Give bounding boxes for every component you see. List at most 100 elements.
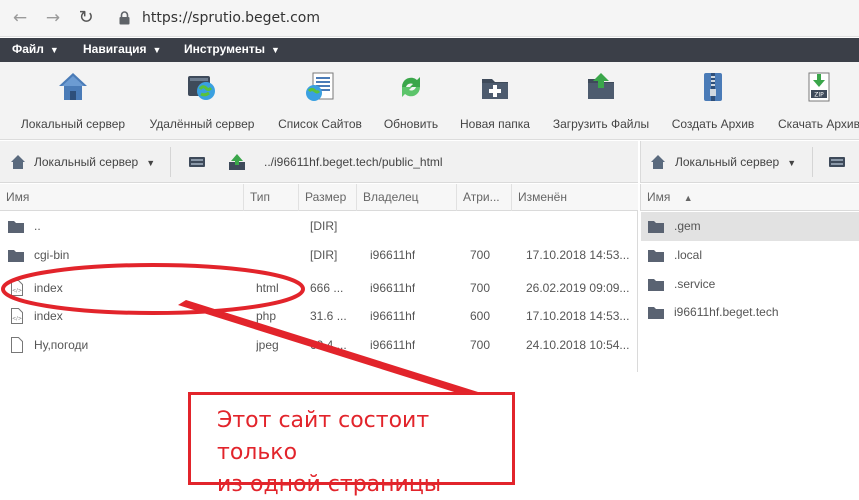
column-attributes[interactable]: Атри... (457, 184, 512, 211)
caret-down-icon: ▼ (49, 45, 59, 55)
folder-icon (648, 279, 664, 291)
column-name-right[interactable]: Имя ▲ (641, 184, 859, 211)
column-size[interactable]: Размер (299, 184, 357, 211)
right-server-select[interactable]: Локальный сервер ▼ (667, 149, 804, 175)
annotation-line-2: из одной страницы (217, 472, 442, 497)
file-modified: 17.10.2018 14:53... (526, 309, 630, 323)
file-attributes: 700 (470, 281, 491, 295)
upload-files-button[interactable]: Загрузить Файлы (549, 70, 653, 131)
table-row[interactable]: cgi-bin [DIR] i96611hf 700 17.10.2018 14… (0, 241, 637, 270)
up-folder-icon[interactable] (228, 153, 246, 171)
table-row[interactable]: </> index html 666 ... i96611hf 700 26.0… (0, 274, 637, 303)
file-name: cgi-bin (34, 248, 70, 262)
current-path: ../i96611hf.beget.tech/public_html (264, 155, 443, 169)
folder-icon (8, 221, 24, 233)
annotation-box: Этот сайт состоит только из одной страни… (188, 392, 515, 497)
list-item[interactable]: .local (641, 241, 859, 270)
drive-icon[interactable] (188, 155, 206, 169)
left-server-select[interactable]: Локальный сервер ▼ (26, 149, 163, 175)
file-owner: i96611hf (370, 281, 416, 295)
remote-server-button[interactable]: Удалённый сервер (146, 70, 258, 131)
toolbar: Локальный сервер Удалённый сервер Список… (0, 62, 859, 140)
file-name: index (34, 309, 63, 323)
create-archive-label: Создать Архив (671, 117, 755, 131)
reload-icon[interactable]: ↻ (77, 9, 95, 27)
file-attributes: 600 (470, 309, 491, 323)
menu-tools[interactable]: Инструменты ▼ (184, 42, 280, 56)
folder-icon (648, 250, 664, 262)
local-server-label: Локальный сервер (20, 117, 126, 131)
download-archive-button[interactable]: ZIP Скачать Архив (773, 70, 859, 131)
caret-down-icon: ▼ (271, 45, 280, 55)
file-type: jpeg (256, 338, 279, 352)
file-modified: 26.02.2019 09:09... (526, 281, 630, 295)
caret-down-icon: ▼ (146, 158, 156, 168)
table-row[interactable]: .. [DIR] (0, 212, 637, 241)
refresh-button[interactable]: Обновить (381, 70, 441, 131)
column-modified[interactable]: Изменён (512, 184, 638, 211)
menu-file[interactable]: Файл ▼ (12, 42, 59, 56)
sites-list-button[interactable]: Список Сайтов (276, 70, 364, 131)
column-name[interactable]: Имя (0, 184, 244, 211)
list-item[interactable]: .service (641, 270, 859, 299)
menu-navigation[interactable]: Навигация ▼ (83, 42, 161, 56)
refresh-icon (401, 77, 421, 97)
code-file-icon: </> (11, 280, 23, 296)
download-archive-icon: ZIP (808, 72, 830, 102)
back-arrow-icon[interactable]: ← (11, 9, 29, 27)
address-bar[interactable]: https://sprutio.beget.com (142, 10, 320, 26)
file-type: php (256, 309, 277, 323)
new-folder-button[interactable]: Новая папка (458, 70, 532, 131)
menu-bar: Файл ▼ Навигация ▼ Инструменты ▼ (0, 38, 859, 62)
annotation-text: Этот сайт состоит только из одной страни… (217, 405, 512, 500)
folder-name: .local (674, 248, 703, 262)
refresh-label: Обновить (383, 117, 439, 131)
create-archive-button[interactable]: Создать Архив (669, 70, 757, 131)
column-type[interactable]: Тип (244, 184, 299, 211)
file-owner: i96611hf (370, 338, 416, 352)
file-size: [DIR] (310, 219, 338, 233)
new-folder-icon (482, 79, 508, 99)
right-panel-bar: Локальный сервер ▼ (640, 141, 859, 183)
local-server-icon (59, 73, 87, 100)
browser-bar: ← → ↻ https://sprutio.beget.com (0, 0, 859, 37)
left-server-label: Локальный сервер (34, 155, 139, 169)
svg-text:</>: </> (12, 316, 22, 322)
menu-tools-label: Инструменты (184, 42, 266, 56)
folder-icon (8, 250, 24, 262)
file-modified: 24.10.2018 10:54... (526, 338, 630, 352)
sites-list-icon (306, 72, 334, 101)
drive-icon[interactable] (828, 155, 846, 169)
list-item[interactable]: .gem (641, 212, 859, 241)
file-owner: i96611hf (370, 309, 416, 323)
upload-icon (588, 73, 614, 99)
folder-name: .gem (674, 219, 701, 233)
archive-icon (704, 73, 722, 101)
lock-icon (119, 11, 130, 25)
file-size: 31.6 ... (310, 309, 347, 323)
divider (170, 147, 171, 177)
svg-text:ZIP: ZIP (814, 92, 824, 99)
file-attributes: 700 (470, 338, 491, 352)
file-name: .. (34, 219, 41, 233)
caret-down-icon: ▼ (787, 158, 797, 168)
right-server-label: Локальный сервер (675, 155, 780, 169)
file-type: html (256, 281, 279, 295)
file-size: [DIR] (310, 248, 338, 262)
upload-files-label: Загрузить Файлы (552, 117, 650, 131)
left-panel-bar: Локальный сервер ▼ ../i96611hf.beget.tech… (0, 141, 638, 183)
folder-icon (648, 221, 664, 233)
list-item[interactable]: i96611hf.beget.tech (641, 298, 859, 327)
menu-file-label: Файл (12, 42, 44, 56)
home-icon (651, 155, 665, 169)
local-server-button[interactable]: Локальный сервер (17, 70, 129, 131)
column-owner[interactable]: Владелец (357, 184, 457, 211)
folder-name: .service (674, 277, 716, 291)
table-row[interactable]: Ну,погоди jpeg 69.4 ... i96611hf 700 24.… (0, 331, 637, 360)
table-row[interactable]: </> index php 31.6 ... i96611hf 600 17.1… (0, 302, 637, 331)
new-folder-label: Новая папка (460, 117, 530, 131)
forward-arrow-icon[interactable]: → (44, 9, 62, 27)
folder-icon (648, 307, 664, 319)
sites-list-label: Список Сайтов (278, 117, 362, 131)
file-modified: 17.10.2018 14:53... (526, 248, 630, 262)
